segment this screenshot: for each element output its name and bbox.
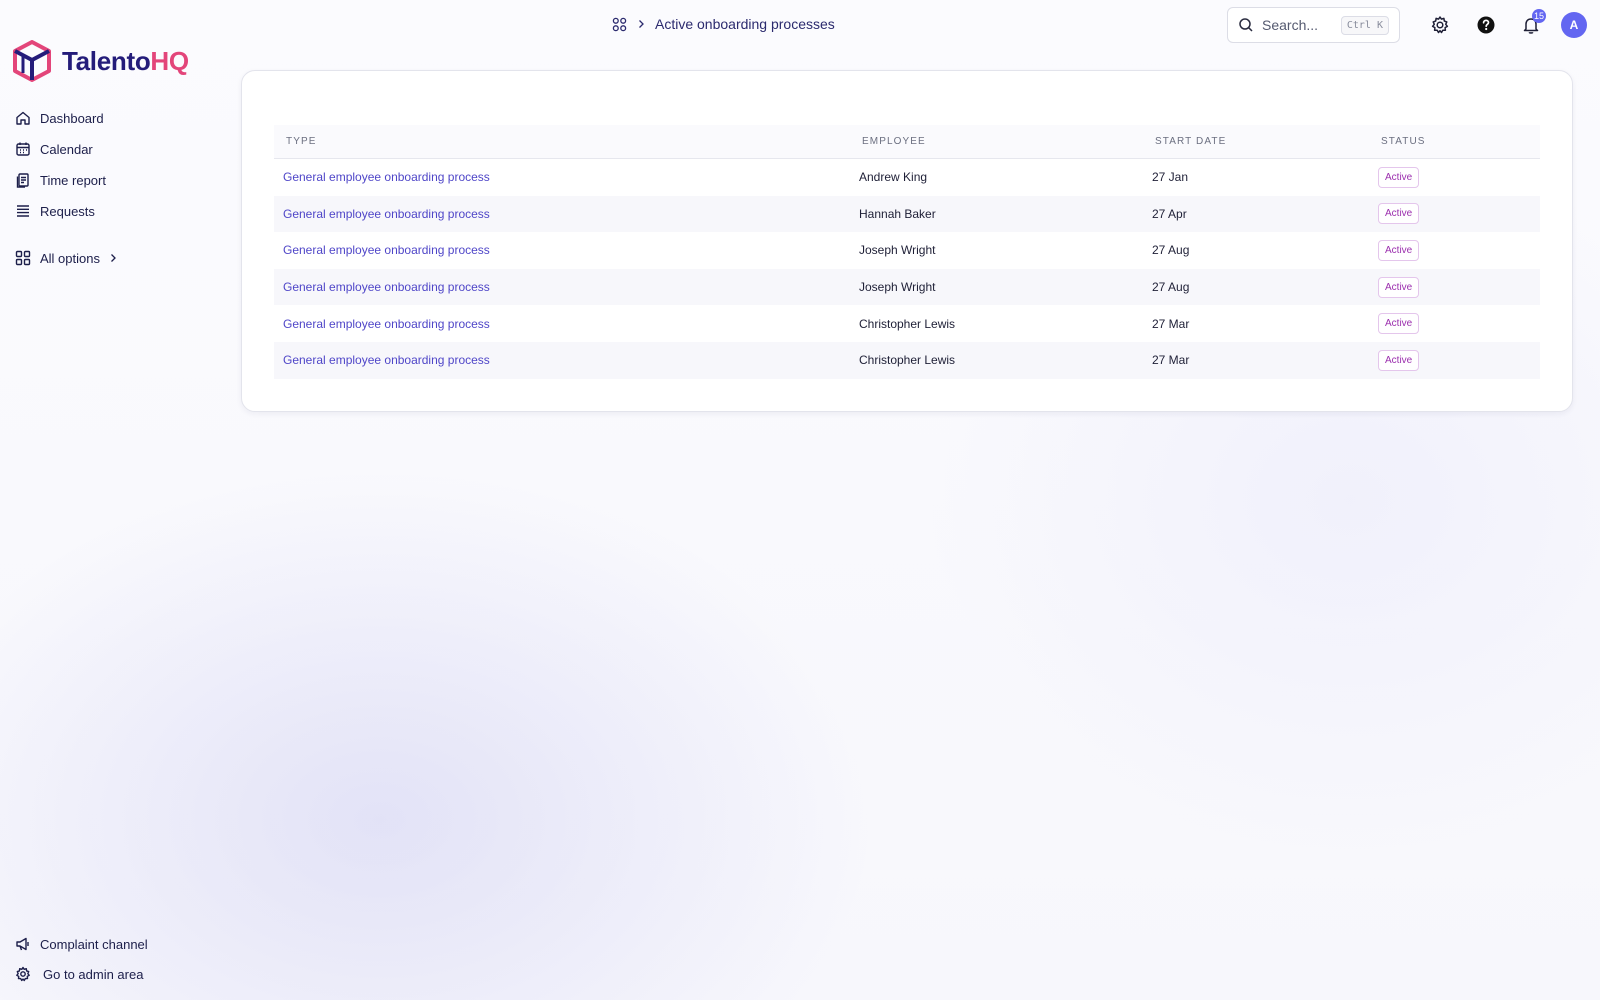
sidebar-item-requests[interactable]: Requests	[15, 201, 106, 221]
sidebar-item-all-options[interactable]: All options	[15, 250, 117, 266]
calendar-icon	[16, 142, 30, 156]
column-header-employee[interactable]: Employee	[859, 136, 1152, 147]
table-header: Type Employee Start date Status	[274, 125, 1540, 159]
sidebar-item-time-report[interactable]: Time report	[15, 170, 106, 190]
clipboard-icon	[16, 173, 29, 188]
status-badge: Active	[1378, 239, 1420, 261]
chevron-right-icon	[639, 20, 644, 28]
employee-name: Joseph Wright	[859, 243, 936, 258]
table-row[interactable]: General employee onboarding process Chri…	[274, 341, 1540, 379]
chevron-right-icon	[111, 254, 116, 262]
cube-logo-icon	[13, 40, 51, 82]
status-badge: Active	[1378, 203, 1420, 225]
sidebar-bottom: Complaint channel Go to admin area	[15, 934, 148, 994]
table-row[interactable]: General employee onboarding process Andr…	[274, 159, 1540, 196]
employee-name: Christopher Lewis	[859, 353, 956, 368]
avatar[interactable]: A	[1561, 12, 1587, 38]
onboarding-table-card: Type Employee Start date Status General …	[241, 70, 1573, 412]
employee-name: Hannah Baker	[859, 206, 936, 221]
sidebar-item-label: Dashboard	[40, 110, 104, 126]
breadcrumb: Active onboarding processes	[612, 16, 835, 32]
grid-icon	[15, 250, 31, 266]
table-row[interactable]: General employee onboarding process Hann…	[274, 195, 1540, 233]
status-badge: Active	[1378, 276, 1420, 298]
search-icon	[1239, 18, 1253, 32]
app-logo[interactable]: TalentoHQ	[12, 40, 189, 82]
logo-accent-text: HQ	[150, 45, 189, 76]
search-input[interactable]: Search... Ctrl K	[1227, 7, 1400, 43]
sidebar-item-label: All options	[40, 250, 100, 266]
status-badge: Active	[1378, 166, 1420, 188]
sidebar-nav: Dashboard Calendar Time report Requests	[15, 108, 106, 232]
sidebar-item-label: Requests	[40, 203, 95, 219]
status-badge: Active	[1378, 313, 1420, 335]
sidebar-item-dashboard[interactable]: Dashboard	[15, 108, 106, 128]
status-badge: Active	[1378, 349, 1420, 371]
onboarding-type-link[interactable]: General employee onboarding process	[283, 353, 490, 367]
list-icon	[17, 205, 29, 217]
notification-count-badge: 15	[1532, 9, 1547, 23]
sidebar-item-label: Calendar	[40, 141, 93, 157]
table-row[interactable]: General employee onboarding process Jose…	[274, 268, 1540, 306]
home-icon	[16, 111, 30, 125]
sidebar-item-label: Complaint channel	[40, 936, 148, 952]
gear-icon	[16, 966, 30, 982]
onboarding-table: Type Employee Start date Status General …	[274, 125, 1540, 379]
sidebar-item-label: Go to admin area	[43, 966, 144, 982]
sidebar: TalentoHQ Dashboard Calendar Time report…	[0, 0, 230, 1000]
start-date: 27 Aug	[1152, 243, 1190, 258]
employee-name: Joseph Wright	[859, 280, 936, 295]
onboarding-type-link[interactable]: General employee onboarding process	[283, 207, 490, 221]
column-header-start-date[interactable]: Start date	[1152, 136, 1378, 147]
megaphone-icon	[16, 937, 29, 951]
search-placeholder: Search...	[1262, 17, 1319, 33]
onboarding-type-link[interactable]: General employee onboarding process	[283, 317, 490, 331]
sidebar-item-label: Time report	[40, 172, 106, 188]
table-row[interactable]: General employee onboarding process Chri…	[274, 305, 1540, 342]
column-header-status[interactable]: Status	[1378, 136, 1540, 147]
help-icon[interactable]	[1476, 15, 1496, 35]
employee-name: Andrew King	[859, 170, 928, 185]
start-date: 27 Mar	[1152, 353, 1190, 368]
onboarding-type-link[interactable]: General employee onboarding process	[283, 243, 490, 257]
table-body: General employee onboarding process Andr…	[274, 159, 1540, 379]
start-date: 27 Mar	[1152, 316, 1190, 331]
onboarding-type-link[interactable]: General employee onboarding process	[283, 170, 490, 184]
sidebar-item-admin-area[interactable]: Go to admin area	[15, 964, 148, 984]
table-row[interactable]: General employee onboarding process Jose…	[274, 232, 1540, 269]
onboarding-type-link[interactable]: General employee onboarding process	[283, 280, 490, 294]
search-shortcut-hint: Ctrl K	[1340, 15, 1389, 35]
sidebar-item-complaint-channel[interactable]: Complaint channel	[15, 934, 148, 954]
settings-gear-icon[interactable]	[1430, 15, 1450, 35]
logo-main-text: Talento	[62, 45, 151, 76]
employee-name: Christopher Lewis	[859, 316, 956, 331]
page-title: Active onboarding processes	[655, 16, 835, 32]
column-header-type[interactable]: Type	[274, 136, 859, 147]
start-date: 27 Jan	[1152, 170, 1189, 185]
apps-grid-icon[interactable]	[612, 17, 627, 32]
start-date: 27 Apr	[1152, 206, 1187, 221]
start-date: 27 Aug	[1152, 280, 1190, 295]
logo-wordmark: TalentoHQ	[62, 46, 189, 77]
sidebar-item-calendar[interactable]: Calendar	[15, 139, 106, 159]
